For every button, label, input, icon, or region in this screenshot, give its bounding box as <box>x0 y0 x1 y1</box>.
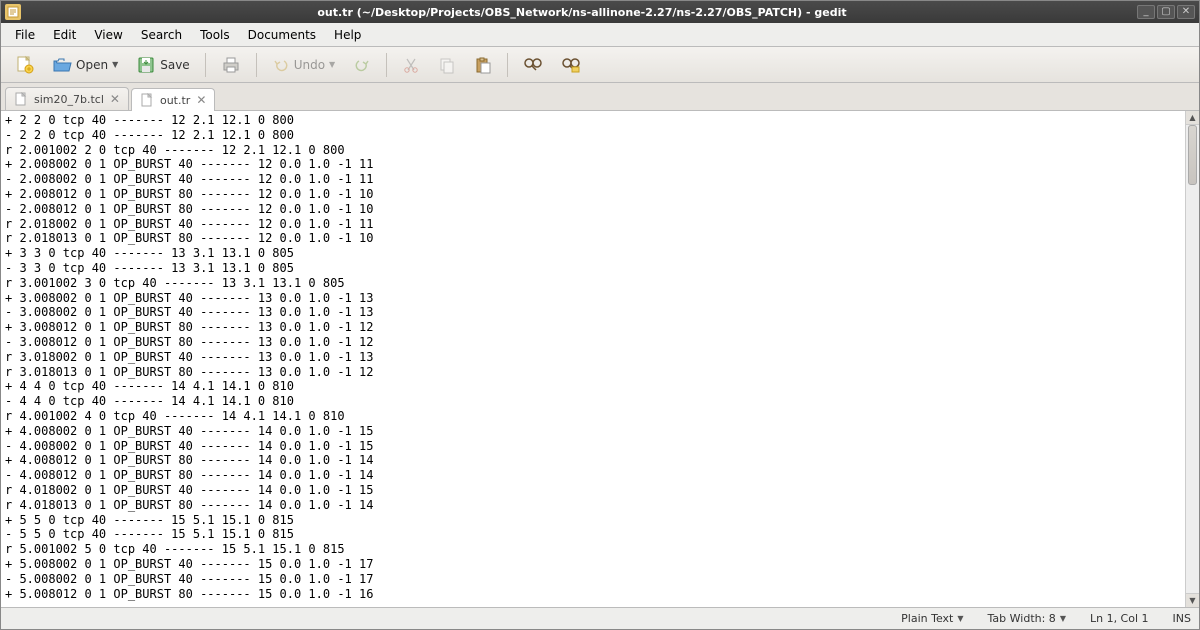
position-label: Ln 1, Col 1 <box>1090 612 1149 625</box>
save-button[interactable]: Save <box>129 51 196 79</box>
tab-label: sim20_7b.tcl <box>34 93 104 106</box>
statusbar: Plain Text ▼ Tab Width: 8 ▼ Ln 1, Col 1 … <box>1 607 1199 629</box>
menu-view[interactable]: View <box>86 26 130 44</box>
chevron-down-icon: ▼ <box>112 60 118 69</box>
print-icon <box>221 55 241 75</box>
find-replace-button[interactable] <box>554 52 588 78</box>
open-label: Open <box>76 58 108 72</box>
close-button[interactable]: ✕ <box>1177 5 1195 19</box>
menu-file[interactable]: File <box>7 26 43 44</box>
scroll-down-icon[interactable]: ▼ <box>1186 593 1199 607</box>
vertical-scrollbar[interactable]: ▲ ▼ <box>1185 111 1199 607</box>
chevron-down-icon: ▼ <box>1060 614 1066 623</box>
insert-label: INS <box>1173 612 1191 625</box>
scroll-thumb[interactable] <box>1188 125 1197 185</box>
tabwidth-label: Tab Width: 8 <box>988 612 1056 625</box>
redo-button[interactable] <box>346 52 378 78</box>
menu-help[interactable]: Help <box>326 26 369 44</box>
copy-icon <box>438 56 456 74</box>
new-file-icon <box>14 55 34 75</box>
copy-button[interactable] <box>431 52 463 78</box>
tab-out-tr[interactable]: out.tr ✕ <box>131 88 215 111</box>
redo-icon <box>353 56 371 74</box>
language-selector[interactable]: Plain Text ▼ <box>901 612 963 625</box>
tabwidth-selector[interactable]: Tab Width: 8 ▼ <box>988 612 1066 625</box>
paste-icon <box>474 56 492 74</box>
new-button[interactable] <box>7 51 41 79</box>
language-label: Plain Text <box>901 612 953 625</box>
print-button[interactable] <box>214 51 248 79</box>
app-icon <box>5 4 21 20</box>
cut-button[interactable] <box>395 52 427 78</box>
toolbar: Open ▼ Save Undo ▼ <box>1 47 1199 83</box>
open-button[interactable]: Open ▼ <box>45 51 125 79</box>
insert-mode[interactable]: INS <box>1173 612 1191 625</box>
scroll-up-icon[interactable]: ▲ <box>1186 111 1199 125</box>
document-tabs: sim20_7b.tcl ✕ out.tr ✕ <box>1 83 1199 111</box>
toolbar-separator <box>386 53 387 77</box>
undo-button[interactable]: Undo ▼ <box>265 52 343 78</box>
find-button[interactable] <box>516 52 550 78</box>
paste-button[interactable] <box>467 52 499 78</box>
save-icon <box>136 55 156 75</box>
toolbar-separator <box>507 53 508 77</box>
window-titlebar: out.tr (~/Desktop/Projects/OBS_Network/n… <box>1 1 1199 23</box>
editor-area: + 2 2 0 tcp 40 ------- 12 2.1 12.1 0 800… <box>1 111 1199 607</box>
undo-label: Undo <box>294 58 325 72</box>
find-replace-icon <box>561 56 581 74</box>
toolbar-separator <box>205 53 206 77</box>
file-icon <box>140 93 154 107</box>
toolbar-separator <box>256 53 257 77</box>
open-folder-icon <box>52 55 72 75</box>
cut-icon <box>402 56 420 74</box>
tab-sim20-7b-tcl[interactable]: sim20_7b.tcl ✕ <box>5 87 129 110</box>
minimize-button[interactable]: _ <box>1137 5 1155 19</box>
menu-edit[interactable]: Edit <box>45 26 84 44</box>
find-icon <box>523 56 543 74</box>
window-title: out.tr (~/Desktop/Projects/OBS_Network/n… <box>27 6 1137 19</box>
save-label: Save <box>160 58 189 72</box>
cursor-position: Ln 1, Col 1 <box>1090 612 1149 625</box>
tab-close-icon[interactable]: ✕ <box>196 93 206 107</box>
chevron-down-icon: ▼ <box>329 60 335 69</box>
menu-documents[interactable]: Documents <box>240 26 324 44</box>
maximize-button[interactable]: ▢ <box>1157 5 1175 19</box>
window-controls: _ ▢ ✕ <box>1137 5 1195 19</box>
menubar: File Edit View Search Tools Documents He… <box>1 23 1199 47</box>
menu-tools[interactable]: Tools <box>192 26 238 44</box>
chevron-down-icon: ▼ <box>957 614 963 623</box>
file-icon <box>14 92 28 106</box>
tab-close-icon[interactable]: ✕ <box>110 92 120 106</box>
menu-search[interactable]: Search <box>133 26 190 44</box>
text-editor[interactable]: + 2 2 0 tcp 40 ------- 12 2.1 12.1 0 800… <box>1 111 1185 607</box>
tab-label: out.tr <box>160 94 190 107</box>
undo-icon <box>272 56 290 74</box>
